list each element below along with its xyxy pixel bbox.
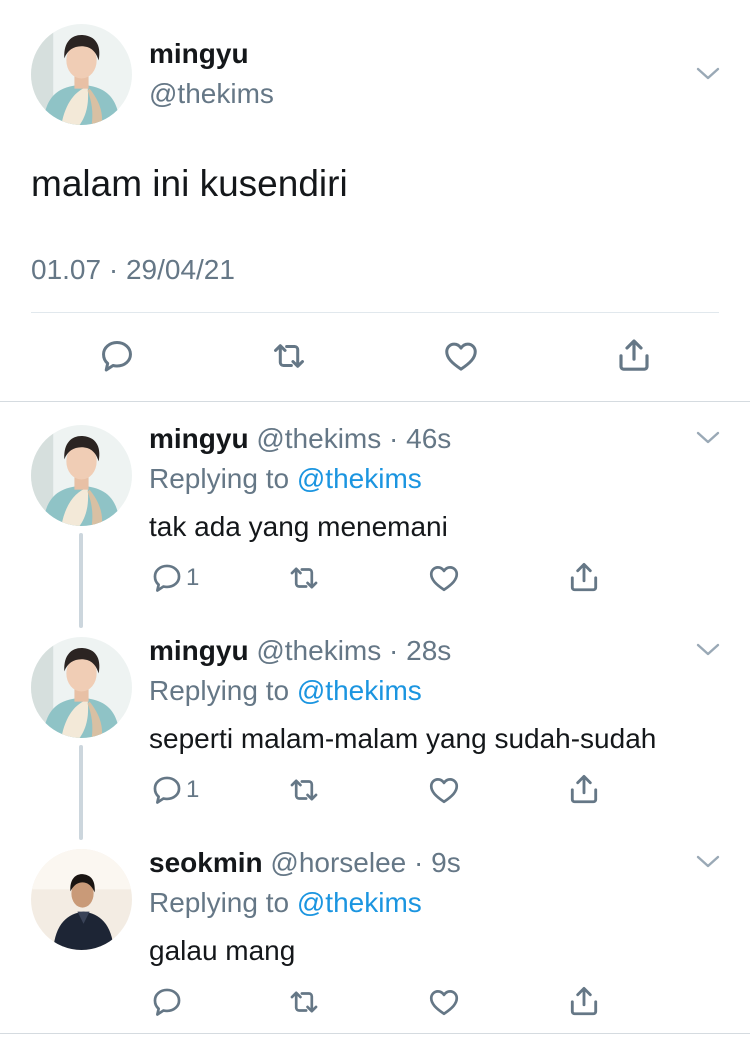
reply-icon bbox=[150, 773, 184, 807]
divider bbox=[0, 1033, 750, 1034]
like-icon bbox=[442, 337, 480, 375]
reply-icon bbox=[150, 561, 184, 595]
avatar[interactable] bbox=[31, 637, 132, 738]
like-icon bbox=[427, 773, 461, 807]
retweet-button[interactable] bbox=[287, 985, 321, 1019]
share-icon bbox=[566, 983, 602, 1019]
reply-time[interactable]: 9s bbox=[431, 847, 461, 878]
like-icon bbox=[427, 985, 461, 1019]
share-icon bbox=[566, 559, 602, 595]
reply-button[interactable]: 1 bbox=[150, 561, 199, 595]
like-button[interactable] bbox=[427, 561, 461, 595]
chevron-down-icon[interactable] bbox=[695, 66, 721, 82]
retweet-icon bbox=[287, 773, 321, 807]
chevron-down-icon[interactable] bbox=[695, 642, 721, 658]
replying-to: Replying to @thekims bbox=[149, 463, 422, 495]
avatar[interactable] bbox=[31, 425, 132, 526]
reply-icon bbox=[98, 337, 136, 375]
divider bbox=[0, 401, 750, 402]
retweet-button[interactable] bbox=[287, 561, 321, 595]
reply-button[interactable] bbox=[98, 337, 136, 375]
reply-count: 1 bbox=[186, 776, 200, 803]
share-button[interactable] bbox=[614, 335, 654, 375]
user-handle[interactable]: @thekims bbox=[256, 423, 381, 454]
reply-count: 1 bbox=[186, 564, 200, 591]
reply-time[interactable]: 28s bbox=[406, 635, 451, 666]
avatar[interactable] bbox=[31, 24, 132, 125]
reply-button[interactable]: 1 bbox=[150, 773, 199, 807]
like-button[interactable] bbox=[442, 337, 480, 375]
retweet-icon bbox=[270, 337, 308, 375]
tweet-text: tak ada yang menemani bbox=[149, 511, 448, 542]
reply-header: seokmin @horselee · 9s bbox=[149, 847, 461, 879]
thread-line bbox=[79, 533, 83, 628]
tweet-timestamp[interactable]: 01.07 · 29/04/21 bbox=[31, 254, 235, 286]
mention-link[interactable]: @thekims bbox=[297, 887, 422, 918]
tweet-text: malam ini kusendiri bbox=[31, 163, 348, 204]
reply-header: mingyu @thekims · 46s bbox=[149, 423, 451, 455]
display-name[interactable]: seokmin bbox=[149, 847, 263, 878]
share-button[interactable] bbox=[566, 559, 602, 595]
reply-button[interactable] bbox=[150, 985, 186, 1019]
replying-to-label: Replying to bbox=[149, 463, 297, 494]
share-icon bbox=[566, 771, 602, 807]
thread-line bbox=[79, 745, 83, 840]
tweet-text: seperti malam-malam yang sudah-sudah bbox=[149, 723, 657, 754]
tweet-text: galau mang bbox=[149, 935, 296, 966]
separator: · bbox=[381, 423, 407, 454]
replying-to: Replying to @thekims bbox=[149, 675, 422, 707]
user-handle[interactable]: @thekims bbox=[149, 78, 274, 110]
chevron-down-icon[interactable] bbox=[695, 854, 721, 870]
like-icon bbox=[427, 561, 461, 595]
reply-icon bbox=[150, 985, 184, 1019]
share-icon bbox=[614, 335, 654, 375]
user-handle[interactable]: @thekims bbox=[256, 635, 381, 666]
retweet-icon bbox=[287, 985, 321, 1019]
share-button[interactable] bbox=[566, 983, 602, 1019]
replying-to-label: Replying to bbox=[149, 675, 297, 706]
reply-time[interactable]: 46s bbox=[406, 423, 451, 454]
mention-link[interactable]: @thekims bbox=[297, 463, 422, 494]
user-handle[interactable]: @horselee bbox=[270, 847, 406, 878]
chevron-down-icon[interactable] bbox=[695, 430, 721, 446]
replying-to: Replying to @thekims bbox=[149, 887, 422, 919]
separator: · bbox=[406, 847, 432, 878]
like-button[interactable] bbox=[427, 985, 461, 1019]
main-tweet: mingyu @thekims malam ini kusendiri 01.0… bbox=[0, 0, 750, 402]
reply-header: mingyu @thekims · 28s bbox=[149, 635, 451, 667]
like-button[interactable] bbox=[427, 773, 461, 807]
retweet-icon bbox=[287, 561, 321, 595]
display-name[interactable]: mingyu bbox=[149, 38, 249, 70]
separator: · bbox=[381, 635, 407, 666]
share-button[interactable] bbox=[566, 771, 602, 807]
divider bbox=[31, 312, 719, 313]
avatar[interactable] bbox=[31, 849, 132, 950]
mention-link[interactable]: @thekims bbox=[297, 675, 422, 706]
retweet-button[interactable] bbox=[270, 337, 308, 375]
display-name[interactable]: mingyu bbox=[149, 635, 249, 666]
display-name[interactable]: mingyu bbox=[149, 423, 249, 454]
retweet-button[interactable] bbox=[287, 773, 321, 807]
replying-to-label: Replying to bbox=[149, 887, 297, 918]
